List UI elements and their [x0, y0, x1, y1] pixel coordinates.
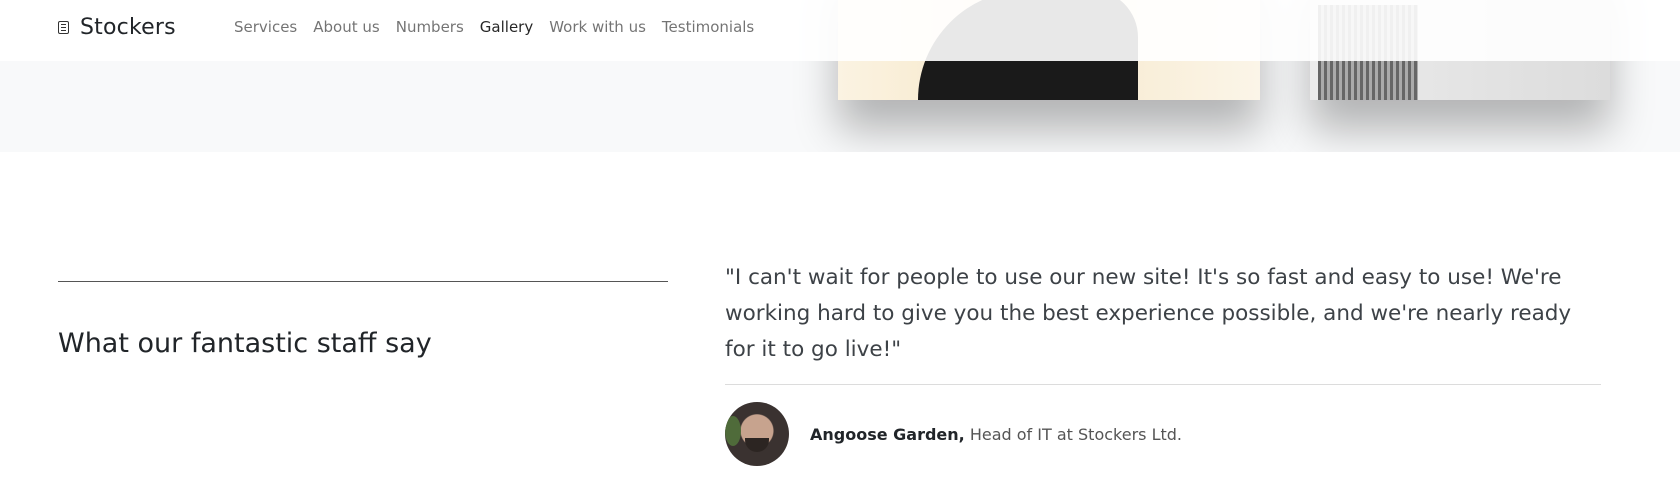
nav-link-about-us[interactable]: About us	[305, 17, 387, 37]
section-title: What our fantastic staff say	[58, 328, 432, 359]
site-header: Stockers Services About us Numbers Galle…	[0, 0, 1680, 61]
author-name: Angoose Garden,	[810, 424, 965, 444]
brand-link[interactable]: Stockers	[58, 12, 176, 42]
avatar	[725, 402, 789, 466]
main-nav: Services About us Numbers Gallery Work w…	[226, 17, 762, 37]
avatar-beard	[745, 438, 769, 452]
document-icon	[58, 20, 69, 34]
nav-link-numbers[interactable]: Numbers	[388, 17, 472, 37]
author-caption: Angoose Garden, Head of IT at Stockers L…	[810, 425, 1182, 444]
quote-divider	[725, 384, 1601, 385]
nav-link-work-with-us[interactable]: Work with us	[541, 17, 654, 37]
author-role: Head of IT at Stockers Ltd.	[969, 424, 1182, 444]
avatar-background-leaf	[725, 416, 741, 446]
nav-link-services[interactable]: Services	[226, 17, 305, 37]
testimonials-heading-block	[58, 281, 668, 282]
nav-link-gallery[interactable]: Gallery	[472, 17, 541, 37]
section-divider	[58, 281, 668, 282]
testimonial-quote: "I can't wait for people to use our new …	[725, 265, 1572, 362]
brand-name: Stockers	[80, 14, 176, 40]
testimonial-author: Angoose Garden, Head of IT at Stockers L…	[725, 402, 1182, 466]
nav-link-testimonials[interactable]: Testimonials	[654, 17, 762, 37]
